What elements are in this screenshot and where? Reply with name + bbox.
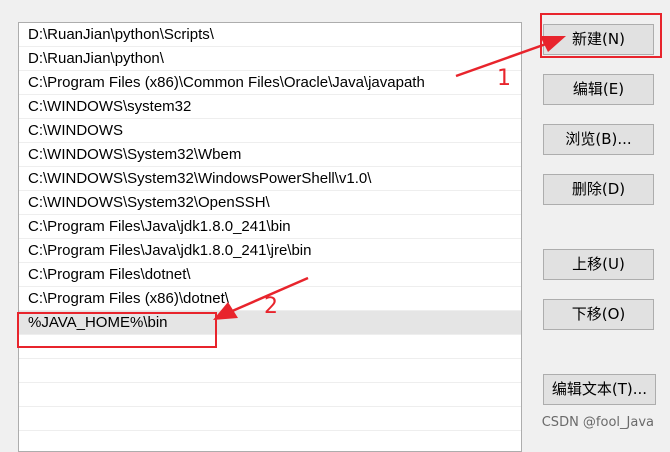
watermark: CSDN @fool_Java <box>541 415 654 430</box>
path-entry-empty[interactable] <box>19 359 521 383</box>
delete-button[interactable]: 删除(D) <box>543 174 654 205</box>
edit-text-button[interactable]: 编辑文本(T)... <box>543 374 656 405</box>
move-down-button[interactable]: 下移(O) <box>543 299 654 330</box>
path-entry-10[interactable]: C:\Program Files\Java\jdk1.8.0_241\jre\b… <box>19 239 521 263</box>
browse-button[interactable]: 浏览(B)... <box>543 124 654 155</box>
new-button[interactable]: 新建(N) <box>543 24 654 55</box>
path-entry-6[interactable]: C:\WINDOWS\System32\Wbem <box>19 143 521 167</box>
path-entry-empty[interactable] <box>19 335 521 359</box>
path-entry-9[interactable]: C:\Program Files\Java\jdk1.8.0_241\bin <box>19 215 521 239</box>
path-entry-1[interactable]: D:\RuanJian\python\Scripts\ <box>19 23 521 47</box>
path-entry-8[interactable]: C:\WINDOWS\System32\OpenSSH\ <box>19 191 521 215</box>
path-entry-11[interactable]: C:\Program Files\dotnet\ <box>19 263 521 287</box>
move-up-button[interactable]: 上移(U) <box>543 249 654 280</box>
step-2-label: 2 <box>264 294 278 319</box>
path-entry-5[interactable]: C:\WINDOWS <box>19 119 521 143</box>
path-list[interactable]: D:\RuanJian\python\Scripts\ D:\RuanJian\… <box>18 22 522 452</box>
path-entry-7[interactable]: C:\WINDOWS\System32\WindowsPowerShell\v1… <box>19 167 521 191</box>
step-1-label: 1 <box>497 66 511 91</box>
edit-button[interactable]: 编辑(E) <box>543 74 654 105</box>
path-entry-empty[interactable] <box>19 407 521 431</box>
path-entry-4[interactable]: C:\WINDOWS\system32 <box>19 95 521 119</box>
path-entry-3[interactable]: C:\Program Files (x86)\Common Files\Orac… <box>19 71 521 95</box>
path-entry-empty[interactable] <box>19 383 521 407</box>
path-entry-2[interactable]: D:\RuanJian\python\ <box>19 47 521 71</box>
